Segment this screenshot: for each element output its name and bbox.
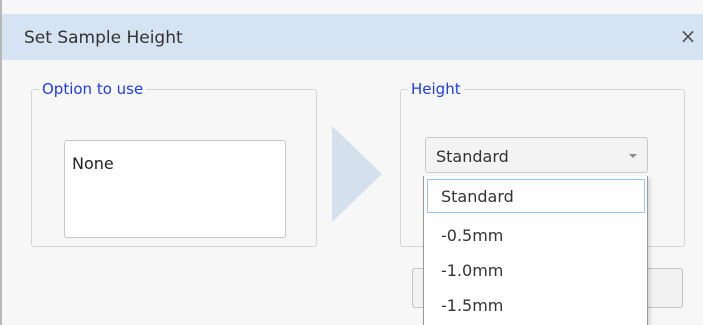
height-option-minus-0-5mm[interactable]: -0.5mm <box>424 218 647 252</box>
option-list-item[interactable]: None <box>72 154 114 173</box>
height-option-standard[interactable]: Standard <box>427 179 645 213</box>
height-option-minus-1-0mm[interactable]: -1.0mm <box>424 253 647 287</box>
height-option-label: Standard <box>441 187 514 206</box>
height-dropdown-list: Standard -0.5mm -1.0mm -1.5mm <box>423 176 648 325</box>
height-option-minus-1-5mm[interactable]: -1.5mm <box>424 288 647 322</box>
height-label: Height <box>408 80 464 98</box>
dialog-title: Set Sample Height <box>24 28 183 48</box>
height-dropdown-value: Standard <box>436 147 509 166</box>
set-sample-height-dialog: Set Sample Height × Option to use None H… <box>0 0 703 325</box>
height-dropdown[interactable]: Standard <box>425 137 648 173</box>
close-icon[interactable]: × <box>674 21 702 51</box>
chevron-down-icon <box>629 154 637 158</box>
option-to-use-group: Option to use None <box>31 80 317 247</box>
height-option-label: -1.0mm <box>441 261 504 280</box>
height-option-label: -0.5mm <box>441 226 504 245</box>
option-to-use-label: Option to use <box>39 80 147 98</box>
arrow-right-icon <box>332 126 382 222</box>
dialog-title-bar: Set Sample Height × <box>2 14 703 60</box>
height-option-label: -1.5mm <box>441 296 504 315</box>
option-list[interactable]: None <box>64 140 286 238</box>
